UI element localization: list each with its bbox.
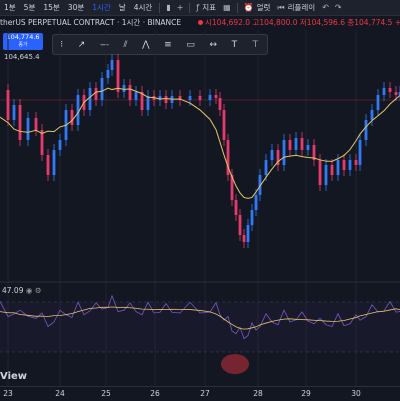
candle-body bbox=[318, 160, 322, 185]
candle-body bbox=[26, 118, 30, 140]
candle-body bbox=[348, 160, 352, 170]
candle-body bbox=[388, 88, 392, 92]
candle-body bbox=[214, 95, 218, 98]
candle-body bbox=[394, 92, 398, 95]
tradingview-watermark: View bbox=[0, 371, 28, 382]
candle-body bbox=[330, 165, 334, 175]
candle-body bbox=[76, 95, 80, 125]
candle-body bbox=[246, 225, 250, 242]
x-tick-label: 25 bbox=[101, 389, 111, 398]
candle-body bbox=[250, 210, 254, 225]
candle-body bbox=[100, 78, 104, 100]
candle-body bbox=[34, 118, 38, 130]
candle-body bbox=[376, 95, 380, 110]
x-tick-label: 24 bbox=[55, 389, 65, 398]
candle-body bbox=[106, 70, 110, 78]
x-tick-label: 23 bbox=[3, 389, 13, 398]
candle-body bbox=[164, 96, 168, 103]
eye-icon[interactable]: ◉ bbox=[26, 286, 33, 295]
candle-body bbox=[336, 160, 340, 175]
candle-body bbox=[6, 90, 10, 120]
settings-icon[interactable]: ⚙ bbox=[35, 286, 42, 295]
candle-body bbox=[198, 96, 202, 100]
candle-body bbox=[18, 105, 22, 140]
rsi-oversold-zone bbox=[221, 354, 249, 374]
candle-body bbox=[238, 215, 242, 235]
candle-body bbox=[70, 110, 74, 125]
candle-body bbox=[146, 96, 150, 110]
candle-body bbox=[294, 138, 298, 150]
candle-body bbox=[88, 88, 92, 110]
candle-body bbox=[110, 60, 114, 70]
x-tick-label: 27 bbox=[200, 389, 210, 398]
candle-body bbox=[52, 150, 56, 175]
x-tick-label: 30 bbox=[351, 389, 361, 398]
candle-body bbox=[254, 195, 258, 210]
price-chart[interactable] bbox=[0, 0, 400, 386]
x-tick-label: 29 bbox=[301, 389, 311, 398]
x-tick-label: 28 bbox=[253, 389, 263, 398]
candle-body bbox=[300, 138, 304, 150]
candle-body bbox=[128, 85, 132, 100]
candle-body bbox=[370, 110, 374, 120]
candle-body bbox=[282, 140, 286, 165]
candle-body bbox=[46, 155, 50, 175]
candle-body bbox=[218, 98, 222, 110]
candle-body bbox=[264, 160, 268, 175]
x-tick-label: 26 bbox=[150, 389, 160, 398]
candle-body bbox=[354, 160, 358, 165]
candle-body bbox=[134, 92, 138, 100]
candle-body bbox=[122, 85, 126, 92]
candle-body bbox=[12, 105, 16, 120]
rsi-legend: 47.09 ◉ ⚙ bbox=[2, 286, 42, 295]
candle-body bbox=[382, 88, 386, 95]
candle-body bbox=[270, 150, 274, 160]
candle-body bbox=[188, 96, 192, 100]
candle-body bbox=[242, 235, 246, 242]
candle-body bbox=[208, 95, 212, 100]
candle-body bbox=[58, 140, 62, 150]
candle-body bbox=[94, 88, 98, 100]
candle-body bbox=[222, 110, 226, 140]
candle-body bbox=[234, 200, 238, 215]
rsi-band-fill bbox=[0, 302, 400, 352]
candle-body bbox=[324, 165, 328, 185]
rsi-value: 47.09 bbox=[2, 286, 24, 295]
candle-body bbox=[288, 140, 292, 150]
candle-body bbox=[364, 120, 368, 140]
candle-body bbox=[358, 140, 362, 165]
candle-body bbox=[116, 60, 120, 92]
candle-body bbox=[342, 160, 346, 170]
candle-body bbox=[306, 145, 310, 150]
time-axis[interactable]: 23 24 25 26 27 28 29 30 bbox=[0, 386, 400, 401]
